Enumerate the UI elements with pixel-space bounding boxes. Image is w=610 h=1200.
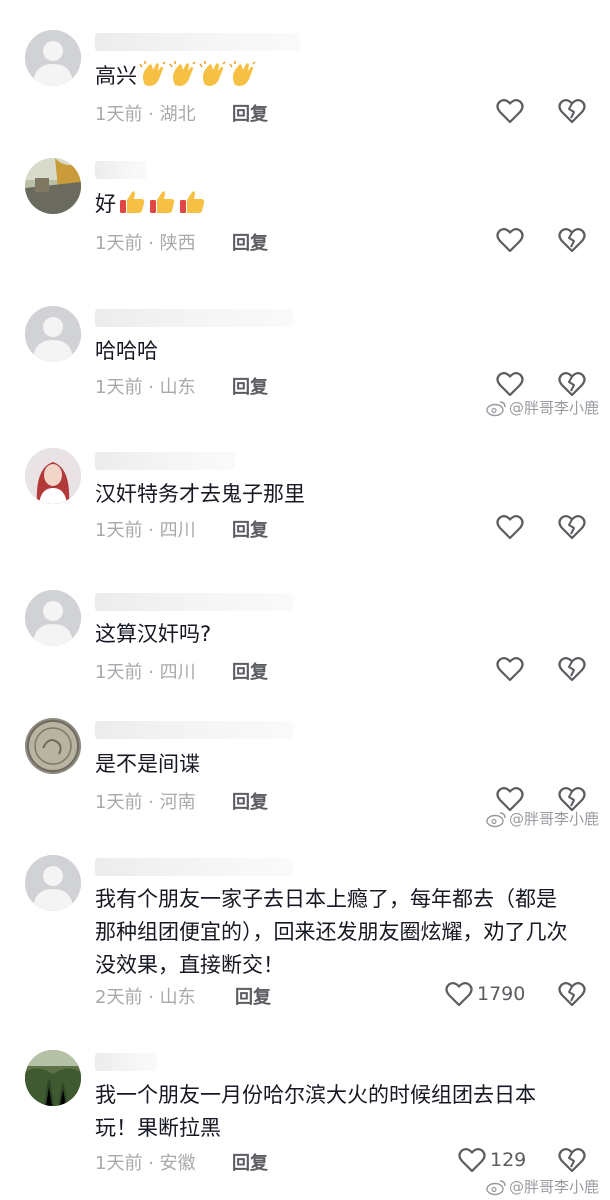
like-count: 129: [490, 1149, 527, 1171]
reply-button[interactable]: 回复: [232, 516, 268, 542]
like-button[interactable]: [496, 369, 524, 399]
like-count: 1790: [477, 983, 526, 1005]
like-button[interactable]: [496, 654, 524, 684]
avatar[interactable]: [25, 306, 81, 362]
heart-outline-icon: [496, 372, 524, 397]
reply-button[interactable]: 回复: [232, 373, 268, 399]
username[interactable]: [95, 1053, 157, 1071]
comment-meta: 1天前 · 四川: [95, 520, 196, 541]
comment-text: 高兴: [95, 60, 575, 93]
reply-button[interactable]: 回复: [235, 983, 271, 1009]
heart-outline-icon: [445, 982, 473, 1007]
reply-button[interactable]: 回复: [232, 100, 268, 126]
broken-heart-icon[interactable]: [558, 980, 586, 1008]
comment-text: 我有个朋友一家子去日本上瘾了，每年都去（都是那种组团便宜的），回来还发朋友圈炫耀…: [95, 887, 568, 977]
watermark: @胖哥李小鹿: [485, 397, 599, 418]
heart-outline-icon: [496, 657, 524, 682]
avatar[interactable]: [25, 448, 81, 504]
username[interactable]: [95, 593, 293, 611]
comment-text: 哈哈哈: [95, 339, 158, 363]
weibo-logo-icon: [486, 811, 506, 827]
reply-button[interactable]: 回复: [232, 658, 268, 684]
avatar[interactable]: [25, 718, 81, 774]
broken-heart-icon[interactable]: [558, 97, 586, 125]
reply-button[interactable]: 回复: [232, 788, 268, 814]
comment-meta: 1天前 · 安徽: [95, 1153, 196, 1174]
like-button[interactable]: 129: [458, 1145, 526, 1175]
comment-text: 汉奸特务才去鬼子那里: [95, 482, 305, 506]
reply-button[interactable]: 回复: [232, 229, 268, 255]
watermark: @胖哥李小鹿: [485, 1176, 599, 1197]
broken-heart-icon[interactable]: [558, 370, 586, 398]
comment-text: 我一个朋友一月份哈尔滨大火的时候组团去日本玩！果断拉黑: [95, 1083, 536, 1140]
broken-heart-icon[interactable]: [558, 655, 586, 683]
comment-meta: 2天前 · 山东: [95, 987, 196, 1008]
comment-meta: 1天前 · 陕西: [95, 233, 196, 254]
like-button[interactable]: 1790: [445, 979, 525, 1009]
heart-outline-icon: [496, 515, 524, 540]
heart-outline-icon: [458, 1148, 486, 1173]
username[interactable]: [95, 161, 147, 179]
reply-button[interactable]: 回复: [232, 1149, 268, 1175]
avatar[interactable]: [25, 158, 81, 214]
avatar[interactable]: [25, 855, 81, 911]
username[interactable]: [95, 721, 293, 739]
broken-heart-icon[interactable]: [558, 1146, 586, 1174]
heart-outline-icon: [496, 99, 524, 124]
comment-text: 好: [95, 188, 575, 221]
comment-text: 是不是间谍: [95, 752, 200, 776]
username[interactable]: [95, 33, 300, 51]
comment-text: 这算汉奸吗?: [95, 622, 212, 646]
like-button[interactable]: [496, 225, 524, 255]
thumbs-up-emoji: [116, 191, 206, 216]
watermark: @胖哥李小鹿: [485, 808, 599, 829]
comment-meta: 1天前 · 四川: [95, 662, 196, 683]
username[interactable]: [95, 858, 293, 876]
avatar[interactable]: [25, 30, 81, 86]
broken-heart-icon[interactable]: [558, 226, 586, 254]
weibo-logo-icon: [486, 400, 506, 416]
username[interactable]: [95, 452, 235, 470]
like-button[interactable]: [496, 96, 524, 126]
broken-heart-icon[interactable]: [558, 513, 586, 541]
clapping-hands-emoji: [137, 61, 257, 88]
comment-meta: 1天前 · 山东: [95, 377, 196, 398]
username[interactable]: [95, 309, 293, 327]
heart-outline-icon: [496, 228, 524, 253]
comment-meta: 1天前 · 河南: [95, 792, 196, 813]
like-button[interactable]: [496, 512, 524, 542]
avatar[interactable]: [25, 1050, 81, 1106]
avatar[interactable]: [25, 590, 81, 646]
comment-meta: 1天前 · 湖北: [95, 104, 196, 125]
weibo-logo-icon: [486, 1179, 506, 1195]
